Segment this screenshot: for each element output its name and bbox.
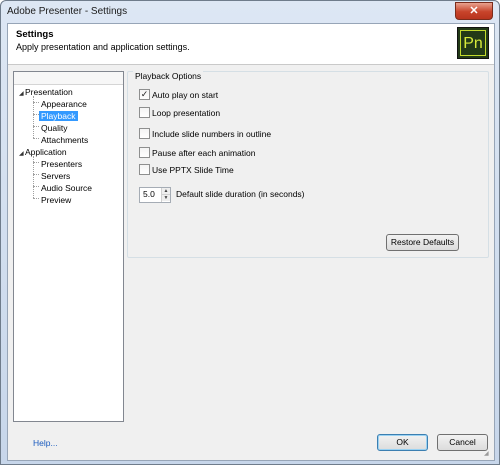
tree-item-playback[interactable]: Playback bbox=[39, 110, 78, 122]
tree-connector bbox=[33, 126, 39, 127]
stepper-buttons: ▲ ▼ bbox=[161, 188, 170, 202]
ok-button[interactable]: OK bbox=[377, 434, 428, 451]
stepper-down-icon[interactable]: ▼ bbox=[162, 194, 170, 201]
tree-item-label: Presentation bbox=[25, 87, 73, 97]
checkbox-icon[interactable] bbox=[139, 128, 150, 139]
presenter-logo-icon: Pn bbox=[457, 27, 489, 59]
help-link[interactable]: Help... bbox=[33, 438, 58, 448]
close-button[interactable]: ✕ bbox=[455, 2, 493, 20]
header-title: Settings bbox=[16, 29, 54, 40]
tree-item-label: Presenters bbox=[41, 159, 83, 169]
duration-value[interactable]: 5.0 bbox=[143, 189, 155, 199]
settings-window: Adobe Presenter - Settings ✕ Settings Ap… bbox=[0, 0, 500, 465]
checkbox-label: Loop presentation bbox=[152, 108, 221, 118]
checkbox-label: Include slide numbers in outline bbox=[152, 129, 272, 139]
tree-item-label: Application bbox=[25, 147, 67, 157]
checkbox-icon[interactable] bbox=[139, 164, 150, 175]
tree-connector bbox=[33, 186, 39, 187]
checkbox-label: Use PPTX Slide Time bbox=[152, 165, 234, 175]
tree-item-audio-source[interactable]: Audio Source bbox=[41, 182, 92, 194]
dialog-header: Settings Apply presentation and applicat… bbox=[8, 24, 494, 65]
logo-text: Pn bbox=[460, 30, 486, 56]
tree-connector bbox=[33, 138, 39, 139]
tree-item-attachments[interactable]: Attachments bbox=[41, 134, 88, 146]
tree-item-label: Playback bbox=[39, 111, 78, 121]
tree-connector bbox=[33, 102, 39, 103]
tree-item-label: Servers bbox=[41, 171, 71, 181]
tree-header bbox=[14, 72, 123, 85]
tree-item-label: Audio Source bbox=[41, 183, 93, 193]
checkbox-icon[interactable] bbox=[139, 107, 150, 118]
settings-tree[interactable]: ◢Presentation Appearance Playback Qualit… bbox=[13, 71, 124, 422]
duration-label: Default slide duration (in seconds) bbox=[176, 189, 305, 199]
group-label: Playback Options bbox=[133, 71, 204, 81]
tree-item-servers[interactable]: Servers bbox=[41, 170, 70, 182]
tree-item-presentation[interactable]: ◢Presentation bbox=[19, 86, 73, 98]
checkbox-checked-icon[interactable]: ✓ bbox=[139, 89, 150, 100]
playback-options-group: Playback Options ✓ Auto play on start Lo… bbox=[127, 71, 489, 258]
tree-item-label: Appearance bbox=[41, 99, 87, 109]
tree-item-presenters[interactable]: Presenters bbox=[41, 158, 82, 170]
tree-item-application[interactable]: ◢Application bbox=[19, 146, 67, 158]
tree-connector bbox=[33, 198, 39, 199]
cancel-button[interactable]: Cancel bbox=[437, 434, 488, 451]
checkbox-icon[interactable] bbox=[139, 147, 150, 158]
tree-item-label: Quality bbox=[41, 123, 68, 133]
tree-item-label: Attachments bbox=[41, 135, 89, 145]
dialog-body: Settings Apply presentation and applicat… bbox=[7, 23, 495, 461]
tree-item-preview[interactable]: Preview bbox=[41, 194, 71, 206]
close-icon: ✕ bbox=[469, 5, 479, 17]
window-title: Adobe Presenter - Settings bbox=[7, 6, 128, 17]
tree-connector bbox=[33, 174, 39, 175]
tree-connector bbox=[33, 162, 39, 163]
tree-item-appearance[interactable]: Appearance bbox=[41, 98, 87, 110]
tree-item-label: Preview bbox=[41, 195, 72, 205]
slide-duration-stepper[interactable]: 5.0 ▲ ▼ bbox=[139, 187, 171, 203]
restore-defaults-button[interactable]: Restore Defaults bbox=[386, 234, 459, 251]
tree-item-quality[interactable]: Quality bbox=[41, 122, 67, 134]
header-subtitle: Apply presentation and application setti… bbox=[16, 42, 190, 52]
resize-grip-icon[interactable]: ◢ bbox=[484, 450, 492, 458]
checkbox-label: Pause after each animation bbox=[152, 148, 256, 158]
checkbox-label: Auto play on start bbox=[152, 90, 219, 100]
title-bar[interactable]: Adobe Presenter - Settings ✕ bbox=[1, 1, 499, 23]
